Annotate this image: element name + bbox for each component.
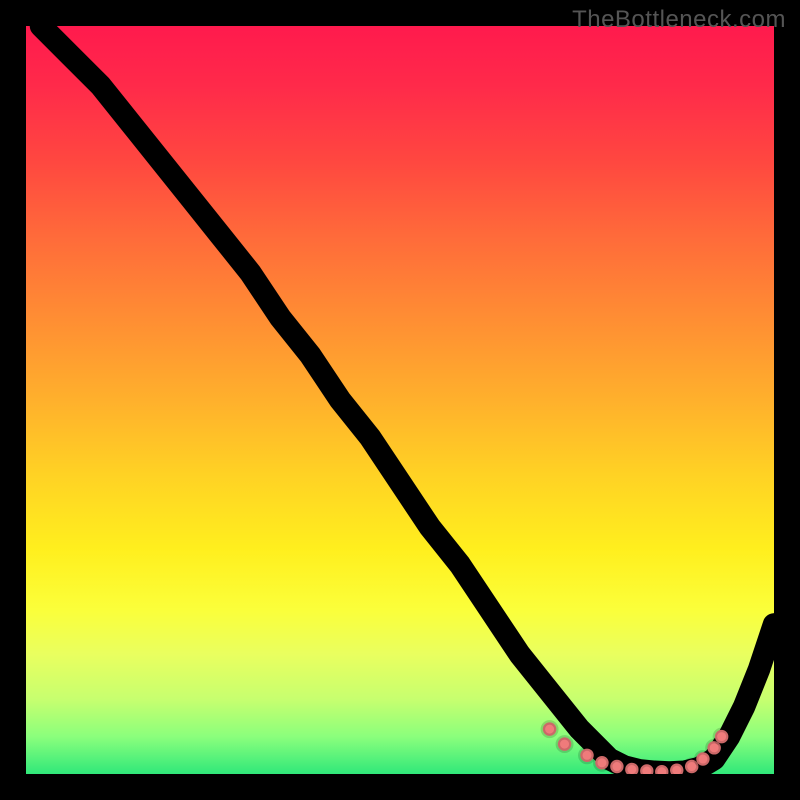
data-marker	[696, 752, 709, 765]
data-marker	[580, 749, 593, 762]
data-marker	[655, 765, 668, 774]
data-marker	[670, 764, 683, 774]
data-marker	[595, 756, 608, 769]
curve-layer	[26, 26, 774, 774]
chart-frame: TheBottleneck.com	[0, 0, 800, 800]
watermark-text: TheBottleneck.com	[572, 6, 786, 34]
data-marker	[715, 730, 728, 743]
data-marker	[558, 737, 571, 750]
data-marker	[610, 760, 623, 773]
bottleneck-curve	[41, 26, 774, 773]
data-marker	[543, 722, 556, 735]
data-marker	[640, 764, 653, 774]
data-marker	[625, 763, 638, 774]
plot-area	[26, 26, 774, 774]
